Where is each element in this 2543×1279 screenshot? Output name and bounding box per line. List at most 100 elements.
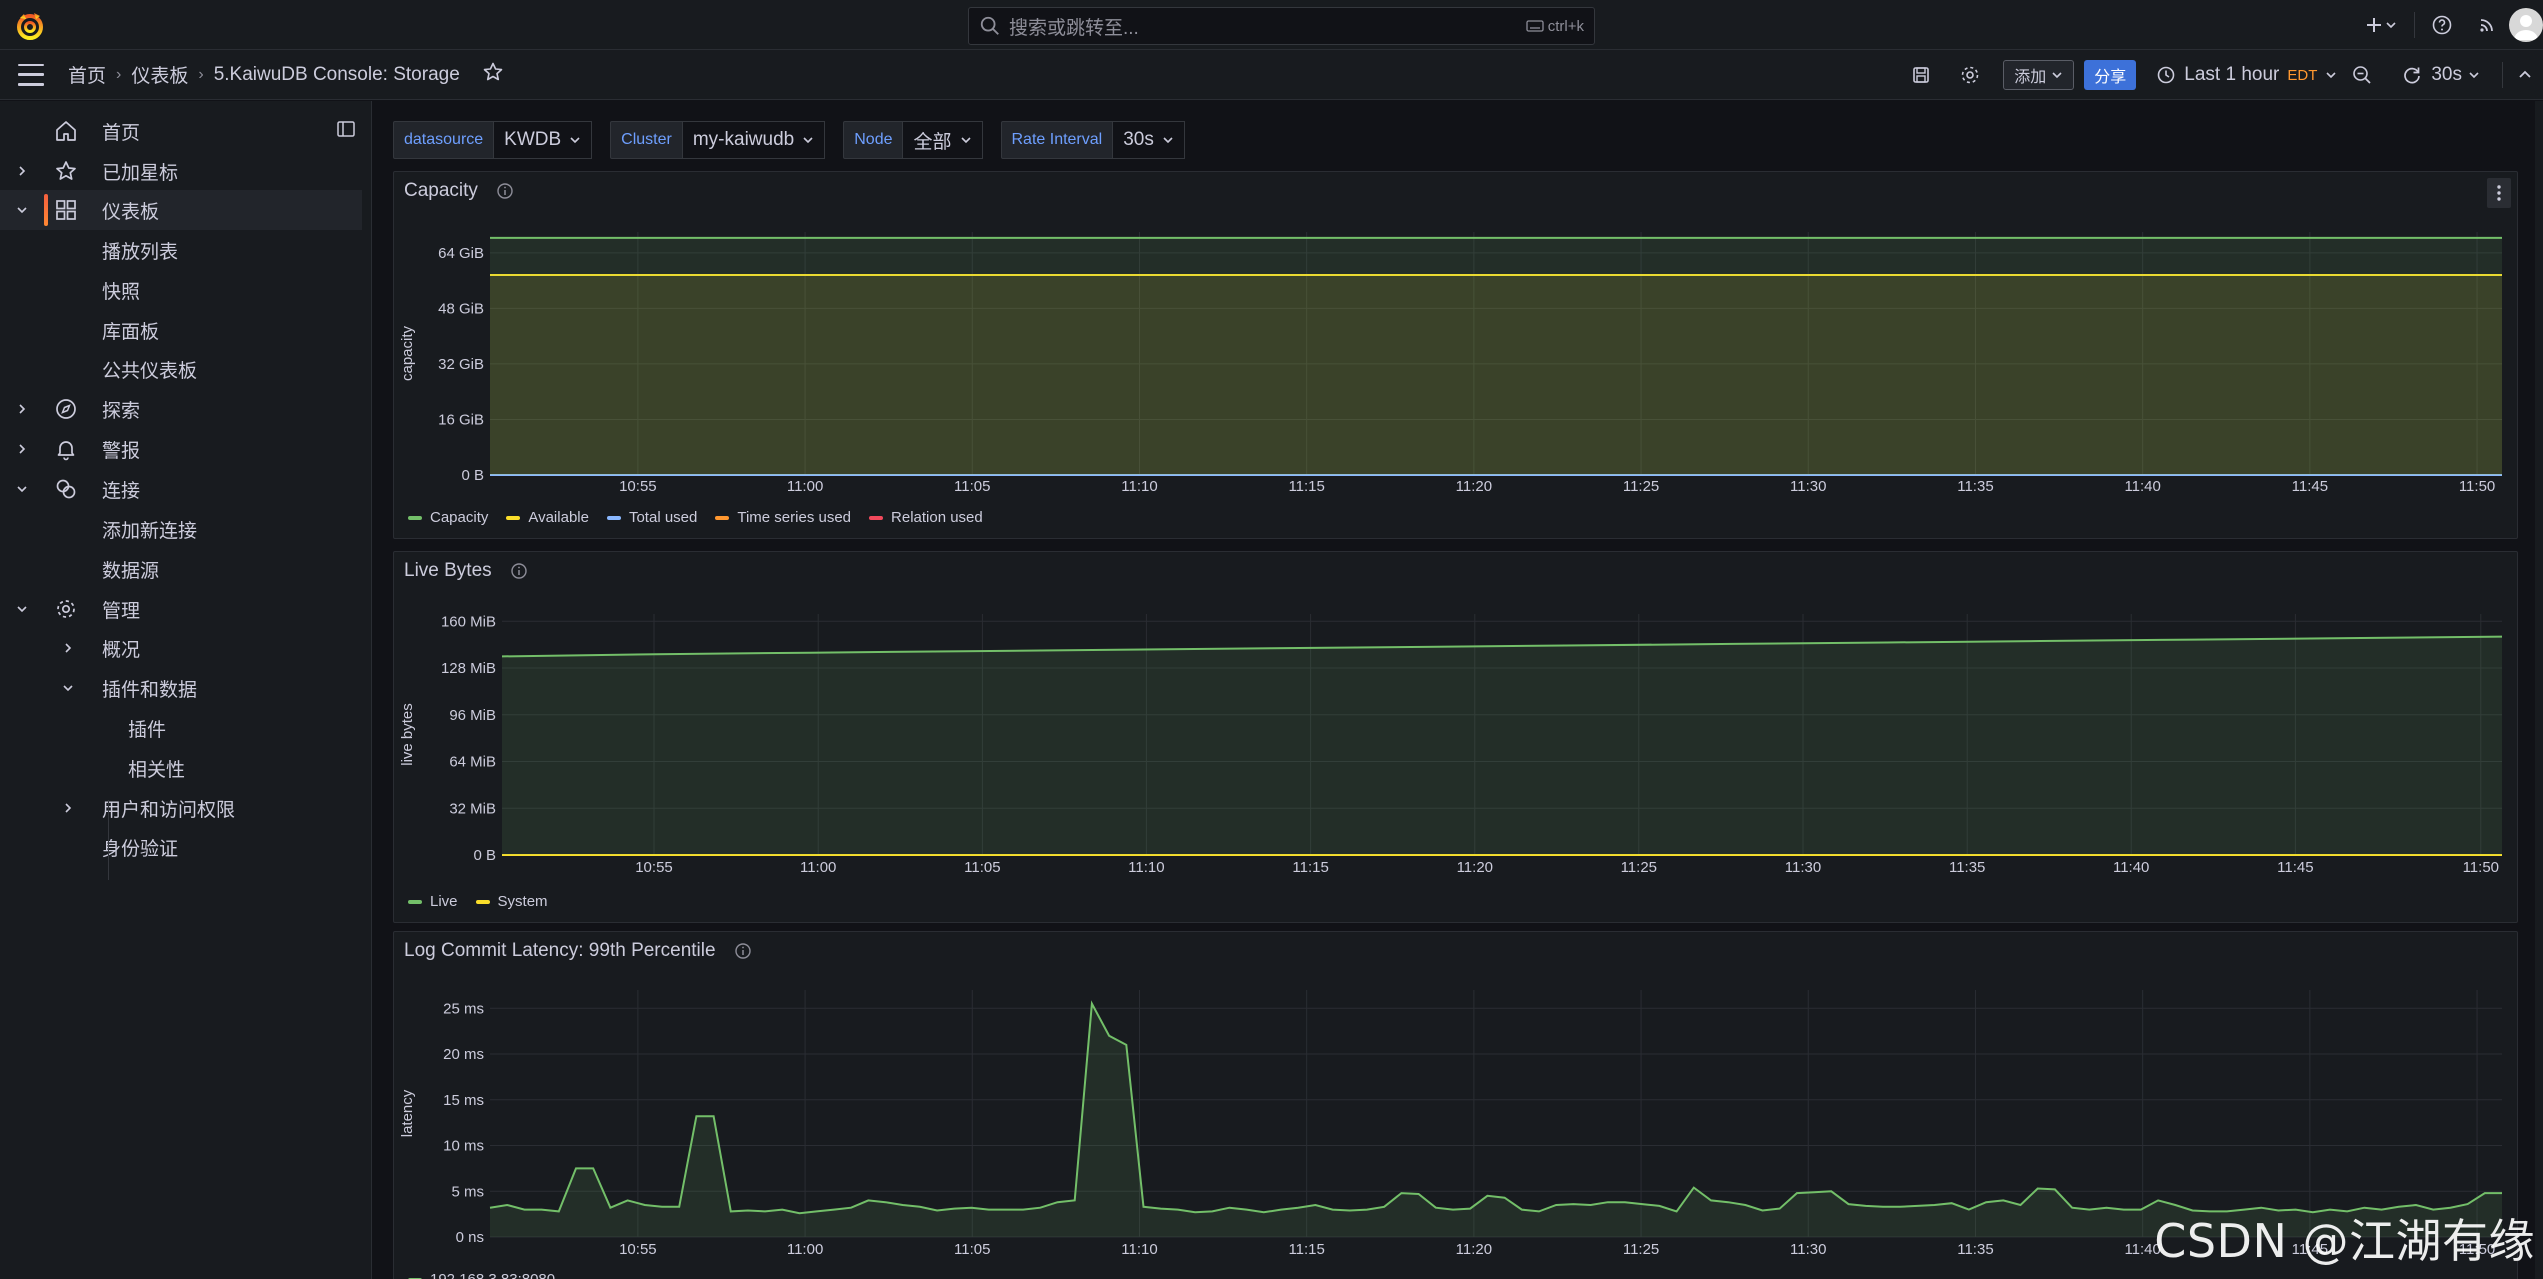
sidebar-item-10[interactable]: 添加新连接 [0,509,362,549]
chevron-down-icon[interactable] [14,602,30,616]
info-icon[interactable] [496,182,514,200]
sidebar-item-18[interactable]: 身份验证 [0,827,362,867]
x-tick-label: 11:35 [1949,859,1985,876]
sidebar-item-2[interactable]: 仪表板 [0,190,362,230]
y-tick-label: 0 ns [456,1229,484,1246]
new-menu-button[interactable] [2364,15,2398,35]
chevron-down-icon[interactable] [14,482,30,496]
y-axis-label: live bytes [399,703,416,766]
sidebar-item-16[interactable]: 相关性 [0,748,362,788]
x-tick-label: 11:00 [787,1241,823,1258]
help-button[interactable] [2431,14,2453,36]
x-tick-label: 11:25 [1623,1241,1659,1258]
variable-select-datasource[interactable]: KWDB [494,121,593,159]
more-vertical-icon [2497,185,2501,201]
breadcrumb-dashboards[interactable]: 仪表板 [131,61,188,88]
variable-select-cluster[interactable]: my-kaiwudb [682,121,826,159]
mark-favorite-button[interactable] [482,61,504,89]
divider [2414,12,2415,38]
search-placeholder: 搜索或跳转至... [1009,17,1139,39]
legend-swatch [606,515,621,520]
breadcrumb-home[interactable]: 首页 [68,61,106,88]
variable-label-cluster: Cluster [610,121,683,159]
plus-icon [2367,18,2381,32]
sidebar-item-4[interactable]: 快照 [0,270,362,310]
sidebar-item-label: 用户和访问权限 [102,799,236,821]
refresh-button[interactable] [2401,64,2423,86]
chevron-right-icon[interactable] [60,641,76,655]
sidebar-item-12[interactable]: 管理 [0,589,362,629]
y-tick-label: 32 MiB [449,800,496,817]
legend-item[interactable]: Relation used [869,509,983,526]
search-input[interactable]: 搜索或跳转至... ctrl+k [968,7,1595,45]
sidebar-item-3[interactable]: 播放列表 [0,230,362,270]
legend-item[interactable]: Total used [606,509,698,526]
legend-item[interactable]: Available [506,509,589,526]
star-icon [483,62,503,80]
sidebar-item-13[interactable]: 概况 [0,628,362,668]
share-button-label: 分享 [2094,69,2127,86]
variable-select-rate-interval[interactable]: 30s [1113,121,1185,159]
gear-icon [57,600,75,618]
x-tick-label: 11:40 [2113,859,2149,876]
variable-select-node[interactable]: 全部 [903,121,983,159]
legend-label: Total used [628,509,698,526]
dashboard-settings-button[interactable] [1959,64,1981,86]
sidebar-item-17[interactable]: 用户和访问权限 [0,788,362,828]
scrollbar[interactable] [2535,101,2543,1279]
legend-item[interactable]: System [475,893,548,910]
chevron-down-icon[interactable] [14,203,30,217]
legend-item[interactable]: Live [408,893,458,910]
legend-item[interactable]: 192.168.3.83:8080 [408,1271,555,1279]
share-button[interactable]: 分享 [2084,60,2137,90]
refresh-interval-picker[interactable]: 30s [2431,64,2480,86]
add-button[interactable]: 添加 [2003,60,2075,90]
search-icon [980,16,999,35]
chevron-down-icon[interactable] [60,681,76,695]
sidebar-item-15[interactable]: 插件 [0,708,362,748]
menu-toggle-icon[interactable] [18,63,44,86]
sidebar-item-14[interactable]: 插件和数据 [0,668,362,708]
chevron-right-icon[interactable] [14,402,30,416]
chevron-right-icon[interactable] [14,442,30,456]
x-tick-label: 11:45 [2277,859,2313,876]
x-tick-label: 10:55 [619,1241,657,1258]
chevron-right-icon: › [198,65,204,83]
save-dashboard-button[interactable] [1911,65,1931,85]
collapse-toolbar-button[interactable] [2517,67,2533,83]
panel-title-text: Live Bytes [404,560,492,581]
save-icon [1913,67,1930,83]
panel-title-text: Capacity [404,180,478,201]
x-tick-label: 11:10 [1121,478,1157,495]
legend-item[interactable]: Capacity [408,509,488,526]
sidebar-item-label: 探索 [102,400,141,422]
x-tick-label: 11:30 [1790,1241,1826,1258]
series-line [489,1000,2502,1215]
avatar[interactable] [2509,8,2543,42]
panel-capacity[interactable]: 0 B 16 GiB 32 GiB 48 GiB 64 GiB 10:55 11:00 11:… [393,171,2518,539]
legend-label: System [497,893,548,910]
sidebar-item-1[interactable]: 已加星标 [0,151,362,191]
info-icon[interactable] [734,942,752,960]
sidebar-item-5[interactable]: 库面板 [0,310,362,350]
zoom-out-button[interactable] [2351,64,2373,86]
panel-title-text: Log Commit Latency: 99th Percentile [404,940,716,961]
panel-live-bytes[interactable]: 0 B 32 MiB 64 MiB 96 MiB 128 MiB 160 MiB 10:55… [393,551,2518,923]
chart-legend: Live System [408,893,548,910]
sidebar-item-7[interactable]: 探索 [0,389,362,429]
sidebar-item-0[interactable]: 首页 [0,111,362,151]
y-tick-label: 48 GiB [438,300,484,317]
info-icon[interactable] [510,562,528,580]
legend-swatch [408,899,422,904]
news-button[interactable] [2477,15,2497,35]
sidebar-item-8[interactable]: 警报 [0,429,362,469]
time-range-picker[interactable]: Last 1 hour EDT [2156,64,2337,86]
sidebar-item-9[interactable]: 连接 [0,469,362,509]
chevron-right-icon[interactable] [14,164,30,178]
sidebar-item-11[interactable]: 数据源 [0,549,362,589]
panel-menu-button[interactable] [2487,178,2511,208]
chevron-right-icon[interactable] [60,801,76,815]
sidebar-item-6[interactable]: 公共仪表板 [0,349,362,389]
grafana-logo-icon[interactable] [14,10,46,42]
legend-item[interactable]: Time series used [715,509,851,526]
